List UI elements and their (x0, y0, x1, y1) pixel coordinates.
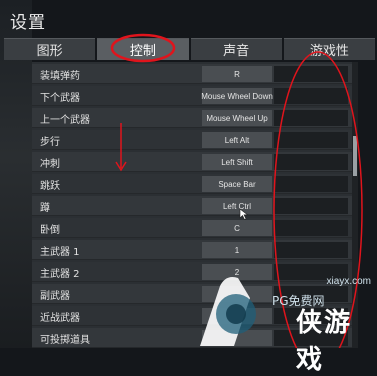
primary-key-button[interactable]: 1 (202, 242, 272, 258)
watermark-brand: 侠游戏 (296, 308, 353, 375)
tab-graphics[interactable]: 图形 (4, 38, 96, 60)
binding-row-next-weapon: 下个武器 Mouse Wheel Down (32, 86, 352, 106)
binding-label: 主武器 1 (40, 247, 80, 258)
primary-key-button[interactable]: Left Ctrl (202, 198, 272, 214)
binding-row-reload: 装填弹药 R (32, 64, 352, 84)
primary-key-button[interactable]: Space Bar (202, 176, 272, 192)
binding-row-crouch: 蹲 Left Ctrl (32, 196, 352, 216)
binding-label: 步行 (40, 137, 60, 148)
binding-label: 主武器 2 (40, 269, 80, 280)
binding-row-prone: 卧倒 C (32, 218, 352, 238)
binding-label: 蹲 (40, 203, 50, 214)
secondary-key-button[interactable] (274, 154, 348, 170)
primary-key-button[interactable]: Left Shift (202, 154, 272, 170)
tab-gameplay[interactable]: 游戏性 (283, 38, 375, 60)
secondary-key-button[interactable] (274, 110, 348, 126)
secondary-key-button[interactable] (274, 220, 348, 236)
binding-label: 装填弹药 (40, 71, 80, 82)
binding-label: 副武器 (40, 291, 70, 302)
secondary-key-button[interactable] (274, 132, 348, 148)
binding-label: 冲刺 (40, 159, 60, 170)
watermark-site: xiayx.com (326, 276, 371, 287)
tab-sound[interactable]: 声音 (190, 38, 282, 60)
primary-key-button[interactable]: R (202, 66, 272, 82)
secondary-key-button[interactable] (274, 176, 348, 192)
settings-tabs: 图形 控制 声音 游戏性 (4, 38, 377, 60)
primary-key-button[interactable]: Mouse Wheel Up (202, 110, 272, 126)
primary-key-button[interactable]: C (202, 220, 272, 236)
tab-controls[interactable]: 控制 (97, 38, 189, 60)
binding-label: 下个武器 (40, 93, 80, 104)
primary-key-button[interactable]: Mouse Wheel Down (201, 88, 273, 104)
settings-title: 设置 (10, 13, 46, 33)
secondary-key-button[interactable] (274, 242, 348, 258)
secondary-key-button[interactable] (274, 66, 348, 82)
secondary-key-button[interactable] (274, 88, 348, 104)
binding-row-walk: 步行 Left Alt (32, 130, 352, 150)
secondary-key-button[interactable] (274, 198, 348, 214)
binding-row-prev-weapon: 上一个武器 Mouse Wheel Up (32, 108, 352, 128)
primary-key-button[interactable]: Left Alt (202, 132, 272, 148)
binding-label: 卧倒 (40, 225, 60, 236)
binding-label: 近战武器 (40, 313, 80, 324)
binding-label: 跳跃 (40, 181, 60, 192)
binding-row-primary-1: 主武器 1 1 (32, 240, 352, 260)
binding-row-jump: 跳跃 Space Bar (32, 174, 352, 194)
binding-label: 上一个武器 (40, 115, 90, 126)
scrollbar-thumb[interactable] (353, 136, 357, 176)
binding-label: 可投掷道具 (40, 335, 90, 346)
binding-row-sprint: 冲刺 Left Shift (32, 152, 352, 172)
